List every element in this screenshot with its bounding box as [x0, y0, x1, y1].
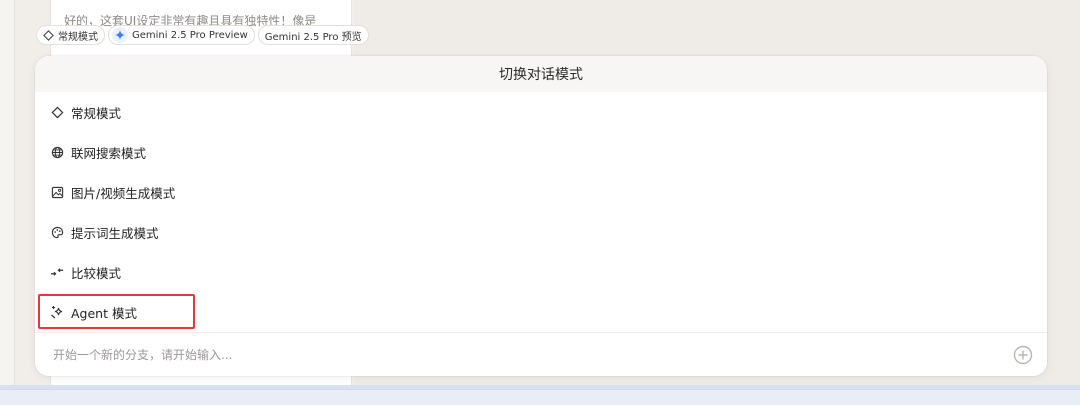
mode-label: 图片/视频生成模式 — [71, 185, 176, 201]
diamond-icon — [50, 105, 64, 119]
popup-title: 切换对话模式 — [35, 56, 1047, 92]
model-label: Gemini 2.5 Pro 预览 — [264, 31, 362, 43]
mode-label: Agent 模式 — [71, 305, 137, 321]
left-panel — [0, 0, 15, 385]
palette-icon — [50, 225, 64, 239]
plus-circle-icon — [1013, 345, 1033, 365]
mode-item-agent[interactable]: Agent 模式 — [35, 292, 1047, 332]
mode-item-compare[interactable]: 比较模式 — [35, 252, 1047, 292]
compare-arrows-icon — [50, 265, 64, 279]
branch-input[interactable] — [51, 339, 1012, 371]
globe-icon — [50, 145, 64, 159]
model-chip-bar: 常规模式 Gemini 2.5 Pro Preview Gemini 2.5 P… — [36, 25, 369, 45]
gemini-sparkle-icon — [112, 27, 128, 43]
mode-label: 比较模式 — [71, 265, 122, 281]
sparkles-icon — [50, 305, 64, 319]
mode-label: 提示词生成模式 — [71, 225, 159, 241]
mode-list: 常规模式 联网搜索模式 图片/视频生成模式 提示词生成模式 比较模式 Agent… — [35, 92, 1047, 332]
add-button[interactable] — [1012, 344, 1034, 366]
model-label: Gemini 2.5 Pro Preview — [132, 29, 248, 41]
bottom-toolbar — [0, 389, 1080, 405]
mode-item-prompt-gen[interactable]: 提示词生成模式 — [35, 212, 1047, 252]
current-mode-chip[interactable]: 常规模式 — [36, 25, 105, 45]
mode-item-image-video[interactable]: 图片/视频生成模式 — [35, 172, 1047, 212]
model-chip-preview[interactable]: Gemini 2.5 Pro Preview — [108, 25, 255, 45]
mode-label: 常规模式 — [71, 105, 122, 121]
mode-switch-popup: 切换对话模式 常规模式 联网搜索模式 图片/视频生成模式 提示词生成模式 比较模… — [35, 56, 1047, 376]
model-chip-cn[interactable]: Gemini 2.5 Pro 预览 — [257, 25, 369, 45]
image-icon — [50, 185, 64, 199]
mode-item-web-search[interactable]: 联网搜索模式 — [35, 132, 1047, 172]
mode-label: 联网搜索模式 — [71, 145, 147, 161]
mode-item-normal[interactable]: 常规模式 — [35, 92, 1047, 132]
branch-input-bar — [35, 332, 1047, 376]
diamond-icon — [43, 29, 54, 41]
current-mode-label: 常规模式 — [58, 31, 98, 43]
